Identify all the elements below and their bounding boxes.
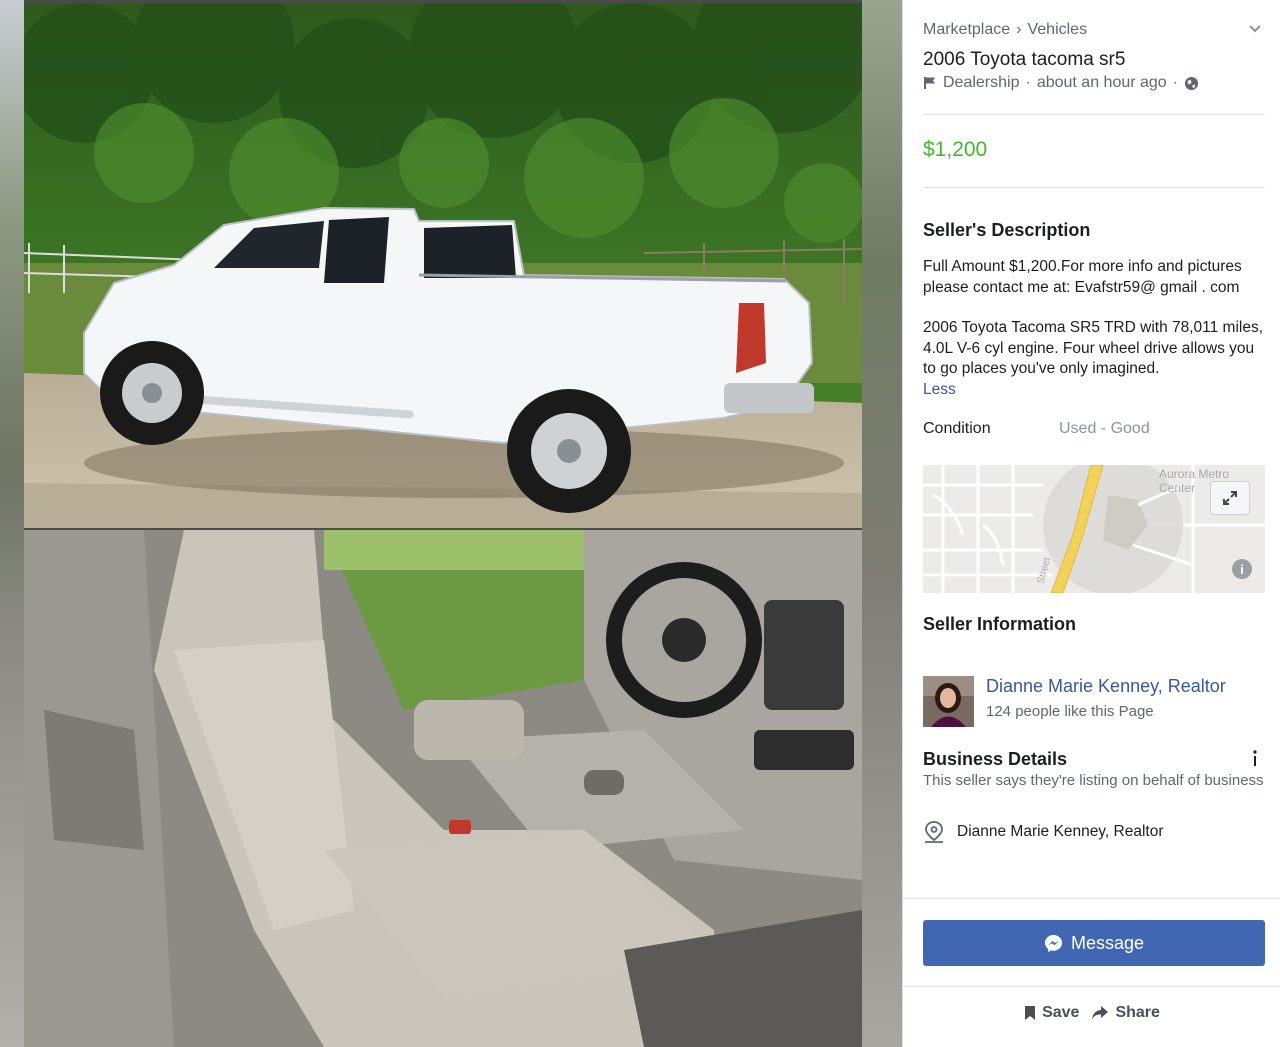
seller-text: Dianne Marie Kenney, Realtor 124 people … [986, 676, 1226, 728]
seller-card: Dianne Marie Kenney, Realtor 124 people … [923, 676, 1265, 728]
divider [923, 187, 1265, 188]
flag-icon [924, 77, 935, 89]
more-options-icon[interactable] [1247, 749, 1263, 769]
seller-avatar[interactable] [923, 676, 974, 727]
globe-icon [1184, 76, 1199, 90]
description-paragraph-1: Full Amount $1,200.For more info and pic… [923, 258, 1242, 296]
meta-separator: · [1025, 74, 1031, 91]
breadcrumb-separator: › [1016, 21, 1022, 38]
info-icon[interactable]: i [1232, 559, 1252, 579]
listing-photo-truck-exterior[interactable] [24, 3, 862, 528]
business-owner-name: Dianne Marie Kenney, Realtor [957, 823, 1164, 840]
photo-viewer [0, 0, 902, 1047]
divider [903, 898, 1280, 899]
share-label: Share [1115, 1004, 1160, 1021]
meta-separator-2: · [1172, 74, 1179, 91]
save-label: Save [1042, 1004, 1080, 1021]
listing-price: $1,200 [923, 138, 988, 161]
blurred-photo-edge-right [862, 0, 902, 1047]
bookmark-icon [1025, 1006, 1036, 1020]
description-text: 2006 Toyota Tacoma SR5 TRD with 78,011 m… [923, 319, 1264, 377]
message-button-label: Message [1070, 932, 1145, 953]
blurred-photo-edge-left [0, 0, 24, 1047]
seller-name-link[interactable]: Dianne Marie Kenney, Realtor [986, 676, 1226, 697]
location-pin-icon [925, 821, 943, 843]
listing-actions: Save Share [903, 1004, 1280, 1022]
seller-type: Dealership [943, 74, 1020, 91]
map-expand-button[interactable] [1210, 481, 1250, 515]
condition-label: Condition [923, 420, 991, 437]
business-details-heading: Business Details [923, 749, 1068, 769]
chevron-down-icon[interactable] [1247, 20, 1263, 36]
business-owner-row: Dianne Marie Kenney, Realtor [923, 820, 1265, 844]
save-button[interactable]: Save [1024, 1004, 1079, 1022]
messenger-icon [1044, 934, 1063, 952]
breadcrumb-vehicles-link[interactable]: Vehicles [1027, 21, 1087, 39]
less-link[interactable]: Less [923, 381, 956, 398]
divider [923, 114, 1265, 115]
listing-photo-truck-interior[interactable] [24, 530, 862, 1047]
posted-time[interactable]: about an hour ago [1037, 74, 1167, 92]
listing-meta: Dealership · about an hour ago · [923, 74, 1265, 92]
seller-information-heading: Seller Information [923, 614, 1077, 634]
share-arrow-icon [1092, 1006, 1109, 1020]
message-button[interactable]: Message [923, 920, 1265, 966]
condition-value: Used - Good [1059, 420, 1150, 437]
listing-title: 2006 Toyota tacoma sr5 [923, 49, 1126, 70]
seller-likes: 124 people like this Page [986, 703, 1154, 720]
breadcrumb-marketplace-link[interactable]: Marketplace [923, 21, 1010, 39]
listing-detail-panel: Marketplace › Vehicles 2006 Toyota tacom… [902, 0, 1280, 1047]
divider [903, 986, 1280, 987]
breadcrumb: Marketplace › Vehicles [923, 21, 1265, 39]
location-map[interactable]: Aurora Metro Center Street i [923, 465, 1265, 593]
business-description: This seller says they're listing on beha… [923, 772, 1264, 789]
expand-icon [1223, 491, 1237, 505]
condition-row: Condition Used - Good [923, 420, 1265, 438]
share-button[interactable]: Share [1091, 1004, 1160, 1022]
description-paragraph-2: 2006 Toyota Tacoma SR5 TRD with 78,011 m… [923, 318, 1265, 400]
sellers-description-heading: Seller's Description [923, 220, 1091, 240]
